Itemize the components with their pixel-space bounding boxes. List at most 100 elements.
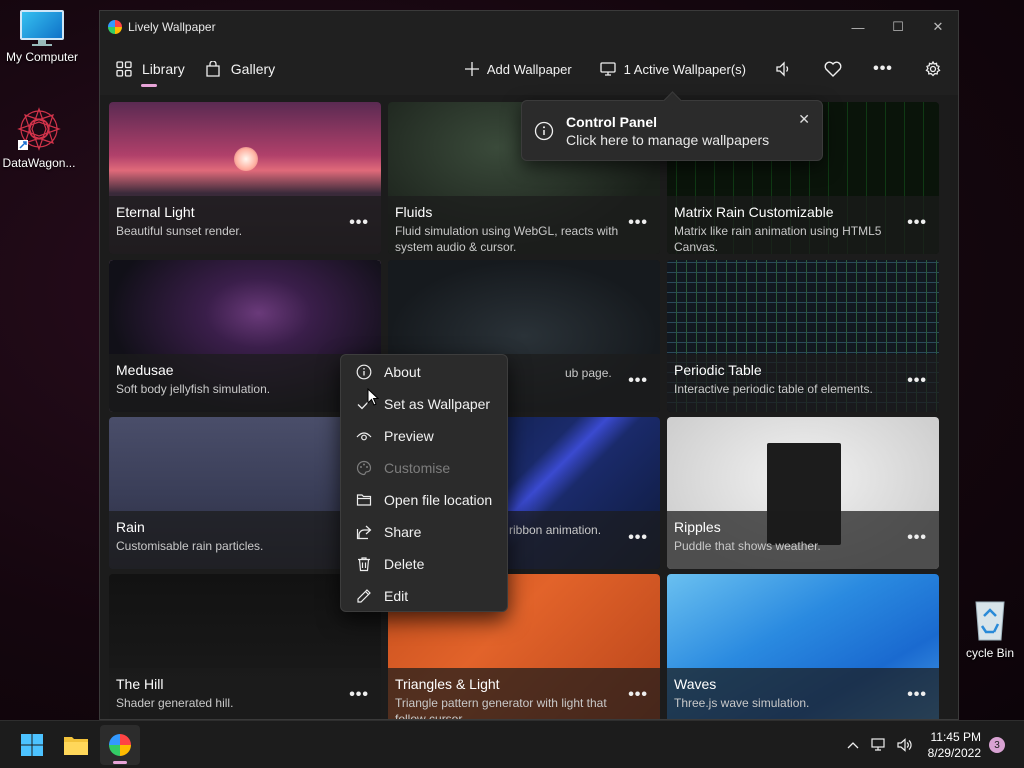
wallpaper-grid: Eternal Light Beautiful sunset render. ••… <box>109 102 945 720</box>
monitor-icon <box>600 61 616 77</box>
menu-item-share[interactable]: Share <box>341 516 507 548</box>
nav-bar: Library Gallery Add Wallpaper 1 Active W… <box>100 43 958 95</box>
menu-item-edit[interactable]: Edit <box>341 580 507 612</box>
wallpaper-title: Eternal Light <box>116 204 195 220</box>
wallpaper-description: Puddle that shows weather. <box>674 539 821 553</box>
speaker-icon <box>776 61 789 77</box>
ellipsis-icon[interactable]: ••• <box>628 214 648 232</box>
menu-item-customise: Customise <box>341 452 507 484</box>
audio-button[interactable] <box>758 43 808 95</box>
menu-item-about[interactable]: About <box>341 356 507 388</box>
grid-icon <box>116 61 132 77</box>
menu-item-set-as-wallpaper[interactable]: Set as Wallpaper <box>341 388 507 420</box>
close-button[interactable]: ✕ <box>918 11 958 43</box>
mandala-icon <box>17 107 61 151</box>
window-title: Lively Wallpaper <box>128 20 216 34</box>
menu-item-label: Edit <box>384 588 409 604</box>
wallpaper-card[interactable]: Eternal Light Beautiful sunset render. ••… <box>109 102 381 254</box>
menu-item-label: About <box>384 364 421 380</box>
start-button[interactable] <box>12 725 52 765</box>
wallpaper-description: Beautiful sunset render. <box>116 224 243 238</box>
menu-item-label: Open file location <box>384 492 493 508</box>
monitor-icon <box>20 10 64 46</box>
ellipsis-icon[interactable]: ••• <box>349 214 369 232</box>
close-icon[interactable]: ✕ <box>798 111 810 128</box>
menu-item-label: Set as Wallpaper <box>384 396 491 412</box>
volume-icon[interactable] <box>892 738 918 752</box>
heart-icon <box>824 61 842 77</box>
windows-logo-icon <box>21 733 43 756</box>
tab-gallery-label: Gallery <box>230 61 276 77</box>
recycle-bin-icon <box>975 601 1005 641</box>
more-options-button[interactable]: ••• <box>858 43 908 95</box>
notification-badge[interactable]: 3 <box>989 737 1005 753</box>
network-icon[interactable] <box>866 738 892 752</box>
tab-library[interactable]: Library <box>100 43 199 95</box>
desktop-icon-recycle-bin[interactable]: cycle Bin <box>948 598 1024 660</box>
chevron-up-icon[interactable] <box>840 741 866 749</box>
pencil-icon <box>355 587 373 605</box>
wallpaper-description: Fluid simulation using WebGL, reacts wit… <box>395 224 619 254</box>
wallpaper-card[interactable]: Ripples Puddle that shows weather. ••• <box>667 417 939 569</box>
wallpaper-title: Matrix Rain Customizable <box>674 204 834 220</box>
menu-item-label: Share <box>384 524 422 540</box>
ellipsis-icon[interactable]: ••• <box>907 214 927 232</box>
ellipsis-icon[interactable]: ••• <box>907 372 927 390</box>
control-panel-tip[interactable]: Control Panel Click here to manage wallp… <box>521 100 823 161</box>
maximize-button[interactable]: ☐ <box>878 11 918 43</box>
wallpaper-title: Rain <box>116 519 145 535</box>
desktop-icon-label: My Computer <box>5 50 79 64</box>
active-wallpapers-button[interactable]: 1 Active Wallpaper(s) <box>584 43 758 95</box>
folder-icon <box>355 491 373 509</box>
mouse-cursor-icon <box>367 388 379 406</box>
wallpaper-description: Three.js wave simulation. <box>674 696 810 710</box>
menu-item-preview[interactable]: Preview <box>341 420 507 452</box>
wallpaper-description: Triangle pattern generator with light th… <box>395 696 607 720</box>
context-menu: About Set as Wallpaper Preview Customise… <box>340 354 508 612</box>
desktop-icon-datawagon[interactable]: DataWagon... <box>0 106 81 170</box>
wallpaper-title: Fluids <box>395 204 433 220</box>
wallpaper-title: The Hill <box>116 676 164 692</box>
wallpaper-description: Shader generated hill. <box>116 696 234 710</box>
menu-item-delete[interactable]: Delete <box>341 548 507 580</box>
gear-icon <box>925 61 941 77</box>
wallpaper-title: Triangles & Light <box>395 676 500 692</box>
ellipsis-icon[interactable]: ••• <box>907 686 927 704</box>
desktop-icon-label: DataWagon... <box>2 156 76 170</box>
tab-library-label: Library <box>142 61 185 77</box>
ellipsis-icon[interactable]: ••• <box>628 372 648 390</box>
tip-title: Control Panel <box>566 113 658 130</box>
wallpaper-card[interactable]: Periodic Table Interactive periodic table… <box>667 260 939 412</box>
share-icon <box>355 523 373 541</box>
add-wallpaper-button[interactable]: Add Wallpaper <box>453 43 584 95</box>
desktop-icon-my-computer[interactable]: My Computer <box>0 10 84 64</box>
settings-button[interactable] <box>908 43 958 95</box>
palette-icon <box>355 459 373 477</box>
add-wallpaper-label: Add Wallpaper <box>486 61 572 77</box>
taskbar-file-explorer[interactable] <box>56 725 96 765</box>
ellipsis-icon[interactable]: ••• <box>628 529 648 547</box>
tip-subtitle: Click here to manage wallpapers <box>566 131 770 148</box>
trash-icon <box>355 555 373 573</box>
shopping-bag-icon <box>205 61 221 77</box>
ellipsis-icon[interactable]: ••• <box>628 686 648 704</box>
plus-icon <box>464 62 479 76</box>
info-icon <box>534 121 554 140</box>
ellipsis-icon[interactable]: ••• <box>349 686 369 704</box>
wallpaper-title: Medusae <box>116 362 174 378</box>
minimize-button[interactable]: — <box>838 11 878 43</box>
taskbar-lively-wallpaper[interactable] <box>100 724 140 765</box>
clock[interactable]: 11:45 PM 8/29/2022 <box>928 729 981 761</box>
info-icon <box>355 363 373 381</box>
wallpaper-title: Periodic Table <box>674 362 762 378</box>
tab-gallery[interactable]: Gallery <box>199 43 289 95</box>
title-bar[interactable]: Lively Wallpaper — ☐ ✕ <box>100 11 958 43</box>
support-button[interactable] <box>808 43 858 95</box>
wallpaper-card[interactable]: Waves Three.js wave simulation. ••• <box>667 574 939 719</box>
wallpaper-description: Soft body jellyfish simulation. <box>116 382 271 396</box>
clock-date: 8/29/2022 <box>927 746 981 760</box>
wallpaper-title: Ripples <box>674 519 721 535</box>
menu-item-open-file-location[interactable]: Open file location <box>341 484 507 516</box>
wallpaper-description: Interactive periodic table of elements. <box>674 382 873 396</box>
ellipsis-icon[interactable]: ••• <box>907 529 927 547</box>
